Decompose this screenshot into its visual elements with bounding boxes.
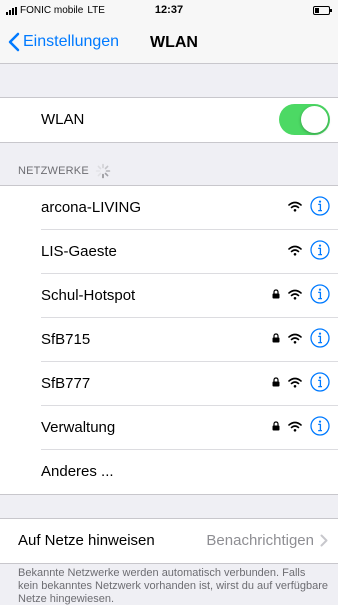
battery-icon (313, 6, 332, 15)
wifi-icon (288, 377, 302, 388)
networks-list: arcona-LIVING LIS-Gaeste Schul-Hotspot S… (0, 185, 338, 495)
status-bar: FONIC mobile LTE 12:37 (0, 0, 338, 22)
ask-to-join-label: Auf Netze hinweisen (18, 532, 155, 549)
network-row[interactable]: Schul-Hotspot (0, 274, 338, 318)
network-row[interactable]: Verwaltung (0, 406, 338, 450)
back-button[interactable]: Einstellungen (8, 32, 119, 52)
loading-spinner-icon (95, 163, 111, 179)
wlan-toggle-row: WLAN (0, 98, 338, 142)
network-row[interactable]: arcona-LIVING (0, 186, 338, 230)
lock-icon (272, 421, 280, 431)
other-network-label: Anderes ... (41, 463, 114, 480)
network-name: SfB715 (41, 331, 91, 348)
networks-section-header: NETZWERKE (18, 163, 111, 179)
ask-to-join-row[interactable]: Auf Netze hinweisen Benachrichtigen (0, 519, 338, 563)
wifi-icon (288, 421, 302, 432)
ask-to-join-group: Auf Netze hinweisen Benachrichtigen (0, 518, 338, 564)
wifi-icon (288, 333, 302, 344)
info-icon[interactable] (310, 416, 330, 436)
network-name: LIS-Gaeste (41, 243, 117, 260)
back-button-label: Einstellungen (23, 33, 120, 50)
lock-icon (272, 377, 280, 387)
ask-to-join-value: Benachrichtigen (206, 532, 314, 549)
network-name: arcona-LIVING (41, 199, 142, 216)
info-icon[interactable] (310, 240, 330, 260)
chevron-left-icon (8, 32, 20, 52)
wlan-toggle-group: WLAN (0, 97, 338, 143)
ask-to-join-value-wrap: Benachrichtigen (206, 532, 328, 549)
navigation-bar: Einstellungen WLAN (0, 22, 338, 64)
chevron-right-icon (320, 534, 328, 547)
info-icon[interactable] (310, 196, 330, 216)
wifi-icon (288, 245, 302, 256)
wlan-label: WLAN (41, 111, 85, 128)
wlan-switch[interactable] (279, 104, 330, 135)
wifi-icon (288, 289, 302, 300)
ask-to-join-footer: Bekannte Netzwerke werden automatisch ve… (18, 567, 328, 605)
other-network-row[interactable]: Anderes ... (0, 450, 338, 494)
lock-icon (272, 289, 280, 299)
network-row[interactable]: SfB715 (0, 318, 338, 362)
networks-header-label: NETZWERKE (18, 165, 89, 177)
network-name: Verwaltung (41, 419, 116, 436)
status-time: 12:37 (154, 4, 184, 16)
info-icon[interactable] (310, 284, 330, 304)
lock-icon (272, 333, 280, 343)
wifi-icon (288, 201, 302, 212)
network-row[interactable]: SfB777 (0, 362, 338, 406)
info-icon[interactable] (310, 328, 330, 348)
network-name: SfB777 (41, 375, 91, 392)
info-icon[interactable] (310, 372, 330, 392)
network-row[interactable]: LIS-Gaeste (0, 230, 338, 274)
page-title: WLAN (150, 34, 198, 51)
network-name: Schul-Hotspot (41, 287, 136, 304)
